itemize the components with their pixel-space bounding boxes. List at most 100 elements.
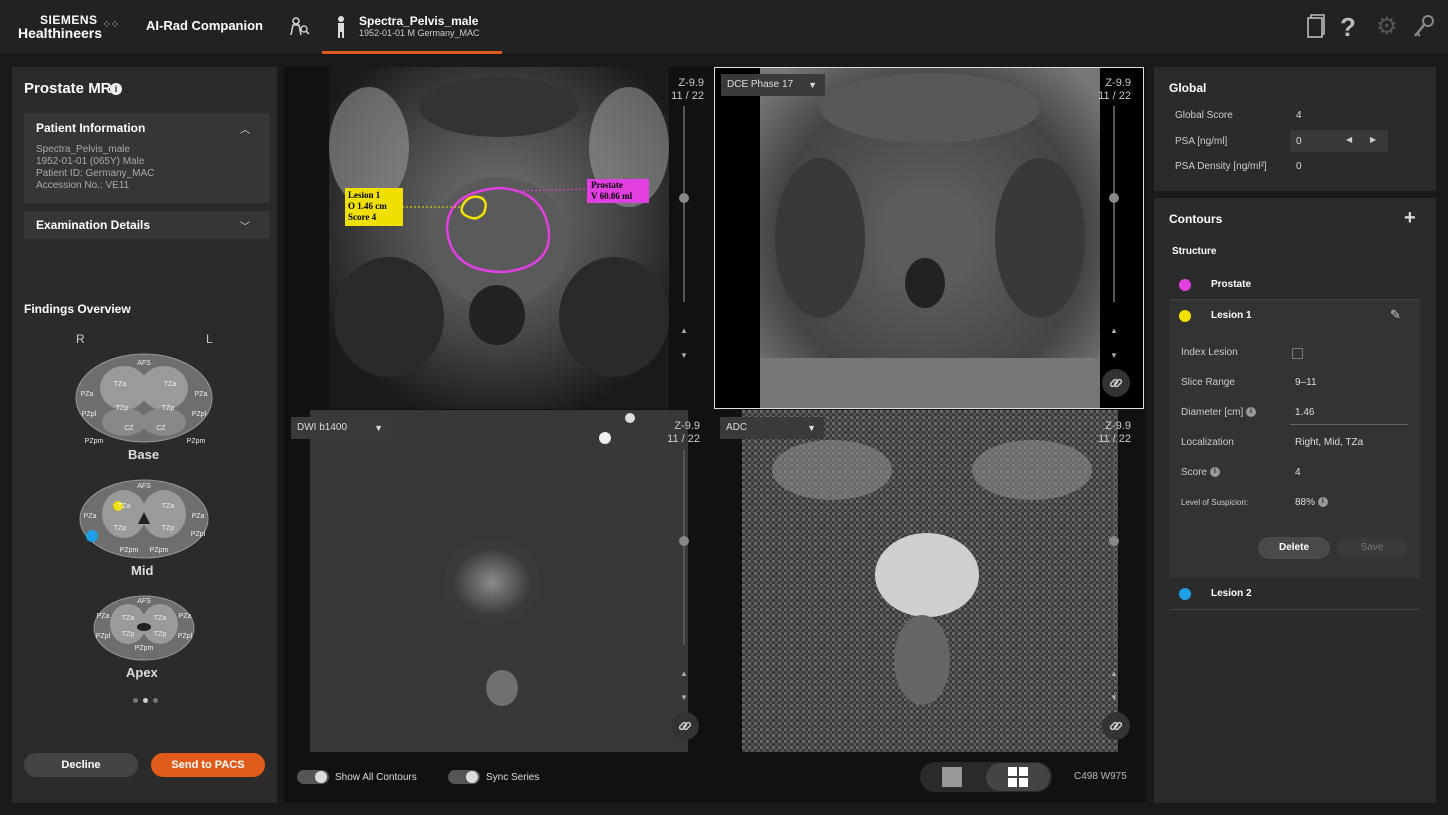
- edit-pencil-icon[interactable]: ✎: [1390, 307, 1401, 323]
- info-icon[interactable]: i: [110, 83, 122, 95]
- right-side-label: R: [76, 332, 85, 346]
- info-icon[interactable]: i: [1317, 497, 1328, 508]
- viewport-t2[interactable]: Lesion 1 O 1.46 cm Score 4 Prostate V 60…: [329, 67, 669, 409]
- t2-image: [329, 67, 669, 409]
- link-icon[interactable]: [671, 712, 699, 740]
- decrement-icon[interactable]: ◀: [1346, 135, 1352, 144]
- prostate-annotation[interactable]: Prostate V 60.06 ml: [587, 179, 649, 203]
- link-icon[interactable]: [1102, 369, 1130, 397]
- series-dropdown[interactable]: DCE Phase 17 ▼: [721, 74, 825, 96]
- zone-label: PZa: [97, 613, 110, 620]
- sync-series-toggle[interactable]: [448, 770, 480, 784]
- link-icon[interactable]: [1102, 712, 1130, 740]
- slice-slider-knob[interactable]: [679, 536, 689, 546]
- index-lesion-checkbox[interactable]: [1292, 348, 1303, 359]
- slice-up-icon[interactable]: ▲: [1110, 326, 1118, 335]
- localization-label: Localization: [1181, 437, 1234, 448]
- slice-slider-track[interactable]: [683, 106, 685, 302]
- series-label: DWI b1400: [297, 422, 348, 433]
- lesion-1-annotation[interactable]: Lesion 1 O 1.46 cm Score 4: [345, 188, 403, 226]
- gear-icon[interactable]: ⚙: [1376, 14, 1402, 40]
- slice-counter: 11 / 22: [671, 90, 704, 102]
- dropdown-arrow-icon: ▼: [807, 423, 816, 433]
- diameter-label-text: Diameter [cm]: [1181, 407, 1244, 418]
- lesion-2-marker: [86, 530, 98, 542]
- psa-density-label: PSA Density [ng/ml²]: [1175, 161, 1267, 172]
- sector-map-apex[interactable]: AFS PZa PZa TZa TZa PZpl PZpl TZp TZp PZ…: [92, 594, 196, 662]
- sector-map-mid[interactable]: AFS TZa TZa PZa PZa TZp TZp PZpl PZpm PZ…: [78, 478, 210, 560]
- send-to-pacs-button[interactable]: Send to PACS: [151, 753, 265, 777]
- structure-row-prostate[interactable]: Prostate: [1170, 270, 1420, 300]
- zone-label: CZ: [156, 425, 166, 432]
- patient-search-icon[interactable]: [287, 15, 311, 44]
- base-label: Base: [128, 447, 160, 462]
- patient-info-title[interactable]: Patient Information: [36, 121, 145, 135]
- grid-layout-icon: [1008, 767, 1028, 787]
- viewport-dce[interactable]: DCE Phase 17 ▼: [714, 67, 1144, 409]
- info-icon[interactable]: i: [1246, 407, 1257, 418]
- structure-row-lesion-2[interactable]: Lesion 2: [1170, 580, 1420, 610]
- exam-details-title[interactable]: Examination Details: [36, 218, 150, 232]
- dropdown-arrow-icon: ▼: [374, 423, 383, 433]
- slice-slider-track[interactable]: [683, 450, 685, 645]
- chevron-down-icon[interactable]: ﹀: [240, 218, 250, 233]
- app-name: AI-Rad Companion: [146, 18, 263, 33]
- slice-counter: 11 / 22: [667, 433, 700, 445]
- suspicion-value-text: 88%: [1295, 497, 1316, 508]
- zone-label: PZpm: [120, 547, 139, 554]
- chevron-up-icon[interactable]: ︿: [240, 121, 250, 136]
- single-layout-icon[interactable]: [942, 767, 962, 787]
- dce-image: [760, 68, 1100, 408]
- show-contours-label: Show All Contours: [335, 772, 417, 783]
- slice-slider-track[interactable]: [1113, 106, 1115, 302]
- psa-input[interactable]: 0 ◀ ▶: [1290, 130, 1388, 152]
- patient-name[interactable]: Spectra_Pelvis_male: [359, 14, 478, 28]
- grid-layout-button[interactable]: [986, 763, 1050, 791]
- structure-name: Prostate: [1211, 279, 1252, 290]
- slice-down-icon[interactable]: ▼: [680, 351, 688, 360]
- slice-down-icon[interactable]: ▼: [1110, 351, 1118, 360]
- slice-slider-knob[interactable]: [1109, 536, 1119, 546]
- show-contours-toggle[interactable]: [297, 770, 329, 784]
- lesion-1-color-dot: [1179, 310, 1191, 322]
- help-icon[interactable]: ?: [1340, 14, 1366, 40]
- slice-slider-knob[interactable]: [679, 193, 689, 203]
- slice-slider-track[interactable]: [1113, 450, 1115, 645]
- global-score-value: 4: [1296, 110, 1302, 121]
- annotation-line: Score 4: [348, 212, 377, 222]
- structure-row-lesion-1[interactable]: Lesion 1 ✎: [1170, 300, 1420, 332]
- add-contour-icon[interactable]: +: [1404, 207, 1416, 230]
- sector-map-base[interactable]: AFS TZa TZa PZa PZa TZp TZp PZpl PZpl CZ…: [74, 352, 214, 448]
- series-dropdown[interactable]: ADC ▼: [720, 417, 824, 439]
- decline-button[interactable]: Decline: [24, 753, 138, 777]
- diameter-label: Diameter [cm] i: [1181, 407, 1257, 418]
- sync-series-label: Sync Series: [486, 772, 540, 783]
- increment-icon[interactable]: ▶: [1370, 135, 1376, 144]
- zone-label: TZa: [118, 503, 131, 510]
- slice-up-icon[interactable]: ▲: [1110, 669, 1118, 678]
- pager-dots[interactable]: [133, 698, 158, 704]
- info-icon[interactable]: i: [1209, 467, 1220, 478]
- slice-up-icon[interactable]: ▲: [680, 669, 688, 678]
- slice-down-icon[interactable]: ▼: [680, 693, 688, 702]
- apex-label: Apex: [126, 665, 158, 680]
- key-icon[interactable]: [1412, 14, 1438, 40]
- series-dropdown[interactable]: DWI b1400 ▼: [291, 417, 391, 439]
- adc-image: [742, 410, 1118, 752]
- delete-button[interactable]: Delete: [1258, 537, 1330, 559]
- slice-slider-knob[interactable]: [1109, 193, 1119, 203]
- diameter-input[interactable]: 1.46: [1295, 407, 1314, 418]
- findings-title: Findings Overview: [24, 302, 131, 316]
- slice-down-icon[interactable]: ▼: [1110, 693, 1118, 702]
- annotation-line: O 1.46 cm: [348, 201, 387, 211]
- series-label: ADC: [726, 422, 748, 433]
- slice-up-icon[interactable]: ▲: [680, 326, 688, 335]
- z-value: Z-9.9: [674, 420, 700, 432]
- viewport-dwi[interactable]: DWI b1400 ▼: [285, 410, 713, 752]
- document-icon[interactable]: [1303, 14, 1329, 40]
- save-button[interactable]: Save: [1336, 537, 1408, 559]
- viewport-adc[interactable]: ADC ▼: [714, 410, 1144, 752]
- dropdown-arrow-icon: ▼: [808, 80, 817, 90]
- structure-header: Structure: [1172, 246, 1217, 257]
- brand-healthineers: Healthineers: [18, 25, 103, 41]
